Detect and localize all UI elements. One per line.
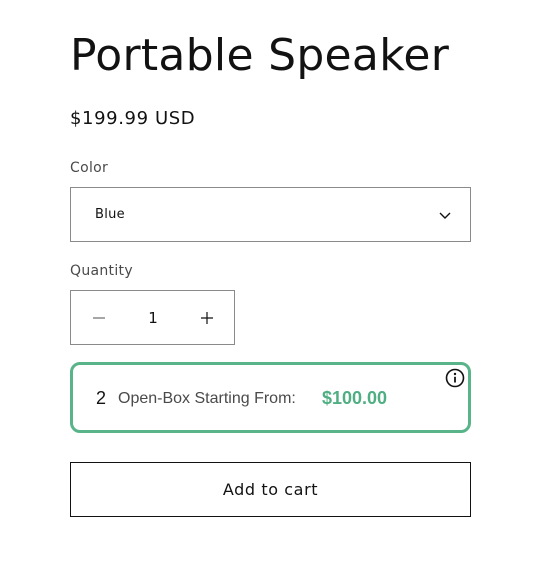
open-box-text: Open-Box Starting From: [118, 390, 296, 407]
open-box-count: 2 [96, 388, 107, 408]
minus-icon [92, 316, 105, 319]
quantity-input[interactable]: 1 [126, 291, 180, 344]
quantity-decrease-button[interactable] [71, 291, 126, 344]
open-box-price: $100.00 [322, 388, 388, 408]
chevron-down-icon [439, 212, 451, 219]
add-to-cart-button[interactable]: Add to cart [70, 462, 471, 517]
color-label: Color [70, 160, 109, 176]
quantity-label: Quantity [70, 263, 133, 279]
color-select[interactable]: Blue [70, 187, 471, 242]
product-price: $199.99 USD [70, 108, 196, 129]
color-selected-value: Blue [95, 207, 125, 222]
product-title: Portable Speaker [70, 30, 450, 81]
quantity-increase-button[interactable] [179, 291, 234, 344]
quantity-stepper: 1 [70, 290, 235, 345]
open-box-offer[interactable]: 2 Open-Box Starting From: $100.00 [70, 362, 471, 433]
plus-icon [200, 311, 213, 324]
info-icon[interactable] [445, 368, 465, 388]
